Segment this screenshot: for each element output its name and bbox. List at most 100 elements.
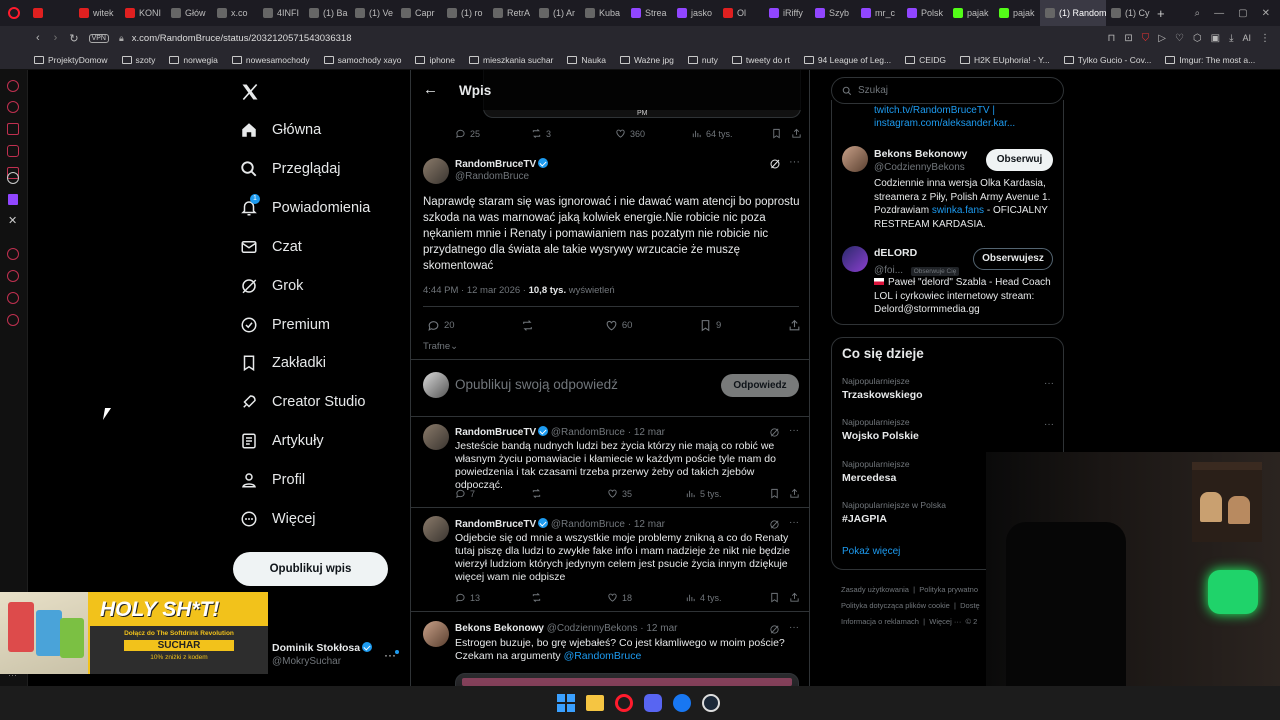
- new-tab-button[interactable]: +: [1152, 0, 1170, 26]
- browser-tab[interactable]: mr_c: [856, 0, 902, 26]
- nav-item-article[interactable]: Artykuły: [240, 426, 324, 456]
- snapshot-icon[interactable]: ⊡: [1124, 33, 1132, 44]
- back-icon[interactable]: ‹: [36, 32, 40, 44]
- share-icon[interactable]: [789, 592, 800, 603]
- avatar[interactable]: [423, 158, 449, 184]
- reply-author-name[interactable]: RandomBruceTV: [455, 427, 536, 438]
- wallet-icon[interactable]: ▣: [1211, 33, 1220, 44]
- post-author[interactable]: RandomBruceTV @RandomBruce: [455, 158, 549, 182]
- post-button[interactable]: Opublikuj wpis: [233, 552, 388, 586]
- reply-author-name[interactable]: Bekons Bekonowy: [455, 623, 544, 634]
- bookmark-item[interactable]: Tylko Gucio - Cov...: [1063, 55, 1151, 65]
- sidebar-wallet-icon[interactable]: [7, 123, 19, 135]
- bookmark-item[interactable]: H2K EUphoria! - Y...: [960, 55, 1050, 65]
- minimize-button[interactable]: —: [1214, 8, 1224, 19]
- shield-icon[interactable]: ⛉: [1142, 33, 1150, 44]
- browser-tab[interactable]: Polsk: [902, 0, 948, 26]
- nav-item-more[interactable]: Więcej: [240, 504, 316, 534]
- show-more-link[interactable]: Pokaż więcej: [842, 546, 900, 557]
- bookmark-icon[interactable]: [769, 488, 789, 499]
- sidebar-twitch-icon[interactable]: [8, 194, 18, 205]
- browser-tab[interactable]: Strea: [626, 0, 672, 26]
- heart-icon[interactable]: ♡: [1175, 33, 1184, 44]
- opera-taskbar-icon[interactable]: [615, 694, 633, 712]
- forward-icon[interactable]: ›: [54, 32, 58, 44]
- bookmark-item[interactable]: Nauka: [567, 55, 606, 65]
- browser-tab[interactable]: Głów: [166, 0, 212, 26]
- browser-tab[interactable]: (1) ro: [442, 0, 488, 26]
- play-icon[interactable]: ▷: [1158, 33, 1166, 44]
- browser-tab[interactable]: Kuba: [580, 0, 626, 26]
- account-more-icon[interactable]: ···: [384, 648, 396, 662]
- nav-item-grok[interactable]: Grok: [240, 271, 303, 301]
- search-input[interactable]: Szukaj: [858, 85, 888, 96]
- avatar[interactable]: [423, 621, 449, 647]
- nav-item-search[interactable]: Przeglądaj: [240, 154, 341, 184]
- share-icon[interactable]: [791, 128, 802, 139]
- reply-button[interactable]: 7: [455, 488, 531, 499]
- browser-tab[interactable]: (1) Cy: [1106, 0, 1152, 26]
- nav-item-bookmark[interactable]: Zakładki: [240, 348, 326, 378]
- footer-link[interactable]: Dostę: [960, 601, 980, 610]
- sidebar-extensions-icon[interactable]: [7, 292, 19, 304]
- sidebar-messenger-icon[interactable]: [7, 145, 19, 157]
- x-logo-icon[interactable]: [240, 82, 260, 102]
- browser-tab[interactable]: x.co: [212, 0, 258, 26]
- ai-button[interactable]: AI: [1242, 33, 1251, 43]
- browser-tab[interactable]: [28, 0, 74, 26]
- vpn-badge[interactable]: VPN: [88, 33, 109, 43]
- follow-button[interactable]: Obserwuj: [986, 149, 1053, 171]
- account-switcher[interactable]: Dominik Stokłosa @MokrySuchar ···: [272, 642, 402, 674]
- windows-start-icon[interactable]: [557, 694, 575, 712]
- sidebar-clock-icon[interactable]: [7, 270, 19, 282]
- bookmark-item[interactable]: tweety do rt: [731, 55, 790, 65]
- bio-link-instagram[interactable]: instagram.com/aleksander.kar...: [874, 118, 1015, 129]
- share-button[interactable]: [788, 319, 801, 332]
- reply-button[interactable]: 13: [455, 592, 531, 603]
- sidebar-chatgpt-icon[interactable]: [7, 172, 19, 184]
- bio-link-twitch[interactable]: twitch.tv/RandomBruceTV |: [874, 105, 995, 116]
- footer-link[interactable]: Polityka dotycząca plików cookie: [841, 601, 950, 610]
- repost-button[interactable]: [531, 592, 607, 603]
- bio-link[interactable]: swinka.fans: [932, 205, 984, 216]
- sidebar-speed-dial-icon[interactable]: [7, 80, 19, 92]
- discord-icon[interactable]: [644, 694, 662, 712]
- browser-tab[interactable]: pajak: [948, 0, 994, 26]
- trend-more-icon[interactable]: ···: [1044, 378, 1054, 389]
- steam-icon[interactable]: [702, 694, 720, 712]
- sidebar-settings-icon[interactable]: [7, 314, 19, 326]
- reload-icon[interactable]: ↻: [69, 32, 78, 45]
- bookmark-item[interactable]: Ważne jpg: [619, 55, 674, 65]
- avatar[interactable]: [842, 246, 868, 272]
- back-arrow-icon[interactable]: ←: [423, 81, 438, 98]
- close-button[interactable]: ✕: [1262, 8, 1270, 19]
- bookmark-item[interactable]: samochody xayo: [323, 55, 401, 65]
- browser-tab[interactable]: Szyb: [810, 0, 856, 26]
- browser-tab[interactable]: RetrA: [488, 0, 534, 26]
- share-icon[interactable]: [789, 488, 800, 499]
- browser-tab[interactable]: jasko: [672, 0, 718, 26]
- reply-input[interactable]: Opublikuj swoją odpowiedź: [455, 377, 695, 392]
- nav-item-home[interactable]: Główna: [240, 115, 321, 145]
- post-timestamp[interactable]: 4:44 PM · 12 mar 2026 ·: [423, 285, 529, 296]
- bookmark-icon[interactable]: [769, 592, 789, 603]
- bookmark-item[interactable]: szoty: [121, 55, 155, 65]
- like-button[interactable]: 18: [607, 592, 685, 603]
- nav-item-bell[interactable]: 1 Powiadomienia: [240, 193, 370, 223]
- bookmark-item[interactable]: 94 League of Leg...: [803, 55, 891, 65]
- browser-tab[interactable]: KONI: [120, 0, 166, 26]
- avatar[interactable]: [423, 424, 449, 450]
- trend-more-icon[interactable]: ···: [1044, 419, 1054, 430]
- nav-item-rocket[interactable]: Creator Studio: [240, 387, 366, 417]
- maximize-button[interactable]: ▢: [1238, 8, 1247, 19]
- search-tabs-icon[interactable]: ⌕: [1195, 8, 1201, 19]
- browser-tab[interactable]: iRiffy: [764, 0, 810, 26]
- following-button[interactable]: Obserwujesz: [973, 248, 1053, 270]
- sidebar-music-icon[interactable]: [7, 248, 19, 260]
- bookmark-item[interactable]: mieszkania suchar: [469, 55, 553, 65]
- repost-button[interactable]: 3: [531, 128, 615, 139]
- like-button[interactable]: 60: [605, 319, 632, 332]
- download-icon[interactable]: ⤓: [1229, 33, 1233, 44]
- avatar[interactable]: [423, 516, 449, 542]
- browser-tab[interactable]: (1) Ve: [350, 0, 396, 26]
